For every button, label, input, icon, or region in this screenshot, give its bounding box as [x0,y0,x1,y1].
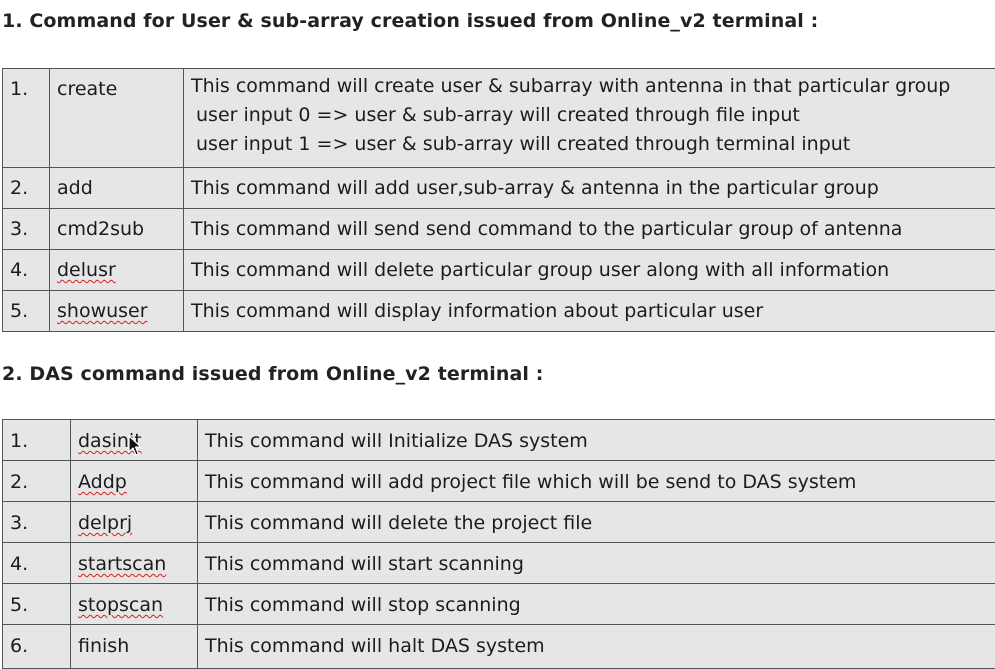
table-row: 3. delprj This command will delete the p… [3,502,995,543]
command-name[interactable]: cmd2sub [50,209,184,250]
row-number: 4. [3,543,71,584]
command-description: This command will stop scanning [198,584,995,625]
row-number: 5. [3,584,71,625]
row-number: 6. [3,625,71,669]
row-number: 3. [3,502,71,543]
table-row: 4. startscan This command will start sca… [3,543,995,584]
command-name[interactable]: delusr [50,250,184,291]
row-number: 1. [3,420,71,461]
command-name[interactable]: startscan [71,543,198,584]
table-row: 1. dasinit This command will Initialize … [3,420,995,461]
table-row: 5. showuser This command will display in… [3,291,995,332]
command-description: This command will Initialize DAS system [198,420,995,461]
row-number: 2. [3,168,50,209]
misspelled-word: showuser [57,300,183,322]
row-number: 2. [3,461,71,502]
table-row: 2. add This command will add user,sub-ar… [3,168,995,209]
command-name[interactable]: showuser [50,291,184,332]
das-commands-table: 1. dasinit This command will Initialize … [2,419,995,669]
command-name[interactable]: create [50,69,184,168]
command-description: This command will halt DAS system [198,625,995,669]
table-row: 3. cmd2sub This command will send send c… [3,209,995,250]
misspelled-word: startscan [78,553,197,575]
misspelled-word: stopscan [78,594,197,616]
misspelled-word: Addp [78,471,197,493]
section1-heading: 1. Command for User & sub-array creation… [2,10,818,32]
misspelled-word: delusr [57,259,183,281]
command-name[interactable]: delprj [71,502,198,543]
command-description: This command will display information ab… [184,291,995,332]
command-description: This command will create user & subarray… [184,69,995,168]
mouse-pointer-icon [128,435,142,457]
table-row: 6. finish This command will halt DAS sys… [3,625,995,669]
command-name[interactable]: stopscan [71,584,198,625]
row-number: 1. [3,69,50,168]
row-number: 5. [3,291,50,332]
section2-heading: 2. DAS command issued from Online_v2 ter… [2,363,543,385]
command-name[interactable]: add [50,168,184,209]
command-name[interactable]: finish [71,625,198,669]
user-commands-table: 1. create This command will create user … [2,68,995,332]
command-name[interactable]: Addp [71,461,198,502]
table-row: 4. delusr This command will delete parti… [3,250,995,291]
command-description: This command will delete the project fil… [198,502,995,543]
command-description: This command will start scanning [198,543,995,584]
table-row: 5. stopscan This command will stop scann… [3,584,995,625]
row-number: 3. [3,209,50,250]
row-number: 4. [3,250,50,291]
table-row: 1. create This command will create user … [3,69,995,168]
command-description: This command will delete particular grou… [184,250,995,291]
table-row: 2. Addp This command will add project fi… [3,461,995,502]
command-description: This command will send send command to t… [184,209,995,250]
command-description: This command will add user,sub-array & a… [184,168,995,209]
misspelled-word: delprj [78,512,197,534]
command-description: This command will add project file which… [198,461,995,502]
